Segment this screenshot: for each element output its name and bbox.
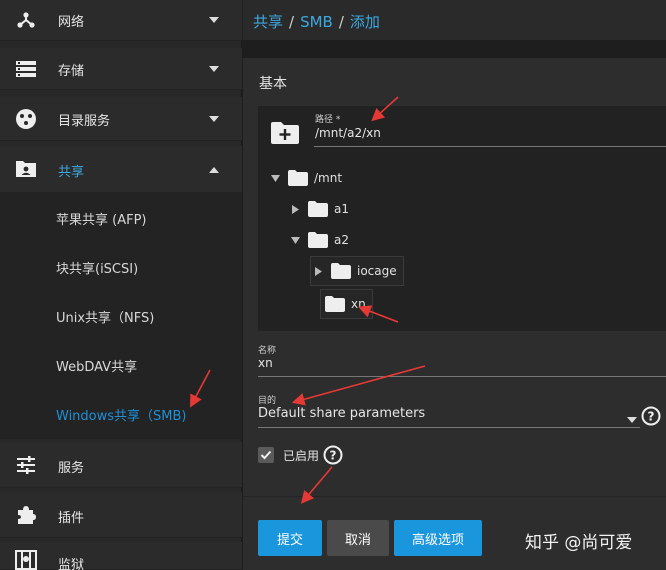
submit-button[interactable]: 提交 — [258, 520, 322, 556]
svg-text:?: ? — [330, 449, 337, 463]
tree-node-label: /mnt — [314, 171, 343, 185]
sidebar-item-storage[interactable]: 存储 — [0, 48, 242, 90]
breadcrumb-separator: / — [338, 13, 344, 31]
sidebar-item-label: 存储 — [58, 64, 85, 79]
sidebar-item-label: 网络 — [58, 15, 85, 30]
tree-node-label: iocage — [357, 264, 397, 278]
name-input[interactable]: xn — [258, 356, 273, 370]
sidebar-subitem-afp[interactable]: 苹果共享 (AFP) — [0, 193, 242, 242]
folder-icon — [331, 263, 351, 279]
services-icon — [14, 453, 38, 477]
directory-services-icon — [14, 107, 38, 131]
folder-icon — [288, 170, 308, 186]
path-label: 路径 * — [315, 115, 341, 125]
caret-down-icon[interactable] — [270, 173, 280, 183]
caret-down-icon[interactable] — [290, 235, 300, 245]
chevron-up-icon — [208, 164, 220, 176]
sidebar-subitem-label: WebDAV共享 — [56, 360, 138, 375]
tree-node-label: xn — [351, 297, 366, 311]
folder-icon — [308, 201, 328, 217]
sidebar-subitem-label: 苹果共享 (AFP) — [56, 213, 147, 228]
section-title: 基本 — [259, 76, 287, 92]
sidebar-subitem-iscsi[interactable]: 块共享(iSCSI) — [0, 242, 242, 291]
purpose-label: 目的 — [258, 396, 277, 406]
enabled-label: 已启用 — [283, 449, 320, 463]
svg-text:?: ? — [648, 410, 655, 424]
chevron-down-icon — [208, 14, 220, 26]
tree-node-label: a1 — [334, 202, 349, 216]
sidebar-item-label: 插件 — [58, 511, 85, 526]
sidebar-item-label: 监狱 — [58, 558, 85, 570]
dropdown-arrow-icon[interactable] — [627, 412, 637, 427]
breadcrumb-bar: 共享 / SMB / 添加 — [243, 0, 666, 40]
path-underline — [314, 146, 666, 147]
tree-node-mnt[interactable]: /mnt — [270, 166, 342, 190]
cancel-button[interactable]: 取消 — [327, 520, 389, 556]
sidebar-subitem-label: Unix共享（NFS) — [56, 311, 155, 326]
jails-icon — [14, 548, 38, 570]
help-icon[interactable]: ? — [323, 445, 343, 469]
sidebar-item-services[interactable]: 服务 — [0, 442, 242, 488]
chevron-down-icon — [208, 63, 220, 75]
enabled-checkbox[interactable] — [258, 447, 274, 467]
add-folder-icon[interactable] — [270, 121, 300, 145]
breadcrumb-sharing[interactable]: 共享 — [253, 13, 283, 31]
breadcrumb-smb[interactable]: SMB — [300, 13, 333, 31]
help-icon[interactable]: ? — [641, 406, 661, 430]
sidebar-item-label: 服务 — [58, 461, 85, 476]
tree-node-iocage[interactable]: iocage — [310, 256, 404, 286]
sidebar-subitem-label: 块共享(iSCSI) — [56, 262, 139, 277]
form-divider — [243, 496, 666, 497]
sharing-icon — [14, 157, 38, 181]
sidebar-subitem-webdav[interactable]: WebDAV共享 — [0, 340, 242, 389]
folder-icon — [308, 232, 328, 248]
tree-node-label: a2 — [334, 233, 349, 247]
sidebar-subitem-label: Windows共享（SMB) — [56, 409, 187, 424]
sidebar-item-jails[interactable]: 监狱 — [0, 542, 242, 570]
sidebar-item-label: 共享 — [58, 165, 85, 180]
watermark: 知乎 @尚可爱 — [525, 533, 633, 553]
tree-node-a1[interactable]: a1 — [290, 197, 349, 221]
tree-node-xn[interactable]: xn — [320, 289, 373, 319]
advanced-options-button[interactable]: 高级选项 — [394, 520, 482, 556]
sidebar: 网络 存储 目录服务 共享 苹果共享 (AFP) 块共享(iSCSI) Unix… — [0, 0, 242, 570]
storage-icon — [14, 57, 38, 81]
purpose-underline — [258, 427, 640, 428]
smb-add-form-card: 基本 路径 * /mnt/a2/xn /mnt a1 a2 iocage xn … — [243, 58, 666, 570]
sidebar-item-network[interactable]: 网络 — [0, 0, 242, 41]
name-label: 名称 — [258, 346, 277, 356]
tree-node-a2[interactable]: a2 — [290, 228, 349, 252]
network-icon — [14, 8, 38, 32]
plugins-icon — [14, 503, 38, 527]
breadcrumb-add: 添加 — [349, 13, 380, 31]
breadcrumb: 共享 / SMB / 添加 — [253, 11, 380, 32]
sidebar-item-directory-services[interactable]: 目录服务 — [0, 97, 242, 141]
caret-right-icon[interactable] — [290, 204, 300, 214]
sidebar-subitem-nfs[interactable]: Unix共享（NFS) — [0, 291, 242, 340]
breadcrumb-separator: / — [289, 13, 295, 31]
sidebar-subitem-smb[interactable]: Windows共享（SMB) — [0, 389, 242, 439]
name-underline — [258, 376, 666, 377]
purpose-select[interactable]: Default share parameters — [258, 406, 425, 421]
sidebar-item-plugins[interactable]: 插件 — [0, 492, 242, 538]
sidebar-item-label: 目录服务 — [58, 114, 111, 129]
chevron-down-icon — [208, 113, 220, 125]
path-explorer: 路径 * /mnt/a2/xn /mnt a1 a2 iocage xn — [258, 106, 666, 331]
caret-right-icon[interactable] — [313, 266, 323, 276]
path-input[interactable]: /mnt/a2/xn — [315, 126, 381, 140]
sidebar-item-sharing[interactable]: 共享 — [0, 146, 242, 193]
folder-icon — [325, 296, 345, 312]
